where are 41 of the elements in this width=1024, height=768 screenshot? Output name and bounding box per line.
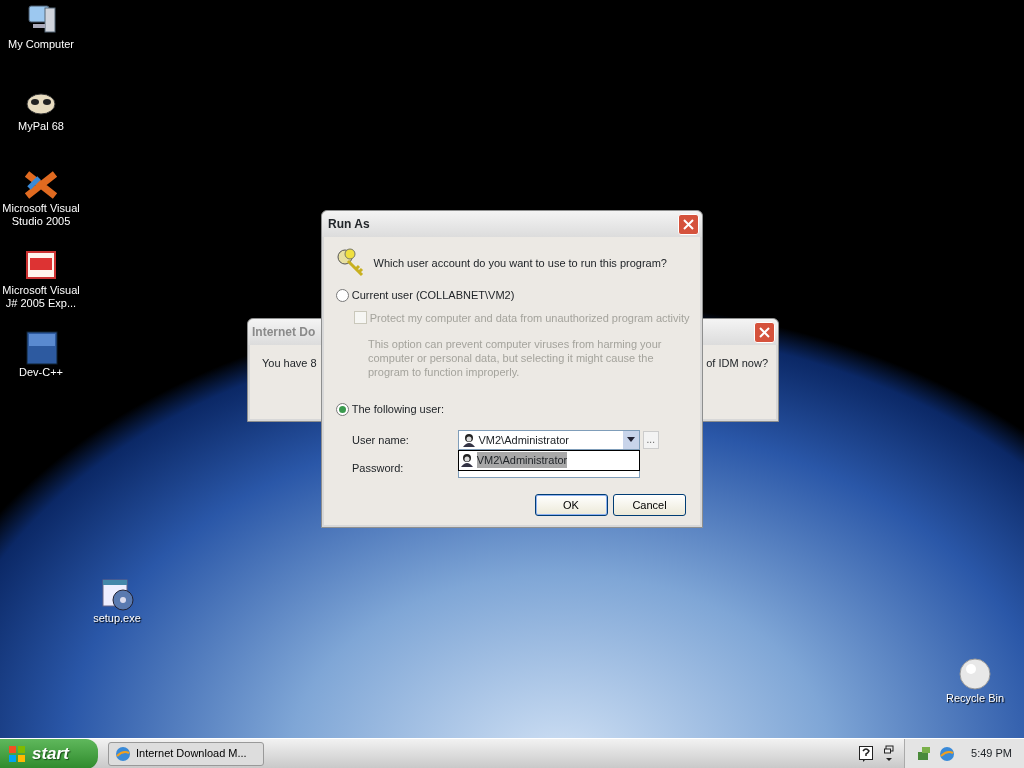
description-text: This option can prevent computer viruses from harming your computer or personal data, but selecting it might cause the program to function improperly.: [368, 338, 663, 380]
user-name-combo[interactable]: VM2\Administrator: [458, 429, 640, 450]
taskbar-button[interactable]: Internet Download M...: [108, 741, 264, 766]
browse-button[interactable]: ...: [642, 430, 659, 449]
icon-label[interactable]: Dev-C++: [19, 366, 63, 379]
bin-icon[interactable]: [957, 656, 993, 692]
question-text: Which user account do you want to use to run this program?: [373, 255, 667, 271]
help-icon[interactable]: [859, 745, 874, 762]
option-label[interactable]: The following user:: [351, 401, 445, 418]
close-icon: [683, 218, 694, 230]
windows-flag-icon: [8, 744, 26, 763]
caret-icon: [627, 437, 635, 443]
icon-label[interactable]: setup.exe: [93, 612, 141, 625]
user-icon: [460, 453, 474, 467]
window-title: Internet Do: [252, 324, 316, 341]
icon-label[interactable]: MyPal 68: [18, 120, 64, 133]
close-button[interactable]: [678, 213, 699, 235]
icon-label[interactable]: Microsoft Visual Studio 2005: [0, 202, 82, 228]
icon-label[interactable]: Microsoft Visual J# 2005 Exp...: [0, 284, 82, 310]
radio-button[interactable]: [336, 288, 349, 302]
radio-button[interactable]: [336, 403, 349, 416]
icon-label[interactable]: Recycle Bin: [945, 692, 1005, 705]
window-title: Run As: [328, 216, 370, 233]
dev-logo-icon[interactable]: [23, 330, 59, 366]
windows-overlap-icon[interactable]: [884, 744, 895, 763]
cancel-button[interactable]: Cancel: [613, 493, 686, 516]
setup-disc-icon[interactable]: [99, 576, 135, 612]
ok-button[interactable]: OK: [534, 493, 608, 516]
globe-icon[interactable]: [939, 745, 956, 762]
field-label: Password:: [352, 460, 405, 476]
globe-icon: [115, 745, 131, 762]
message-text: You have 8: [262, 356, 317, 371]
icon-label[interactable]: My Computer: [8, 38, 74, 51]
field-label: User name:: [352, 432, 410, 448]
option-label[interactable]: Current user (COLLABNET\VM2): [351, 287, 515, 304]
user-icon: [461, 432, 476, 447]
close-button[interactable]: [754, 321, 775, 343]
clock-text: 5:49 PM: [971, 746, 1012, 762]
close-icon: [759, 326, 770, 338]
dropdown-button[interactable]: [623, 430, 639, 449]
message-text: of IDM now?: [706, 356, 768, 371]
